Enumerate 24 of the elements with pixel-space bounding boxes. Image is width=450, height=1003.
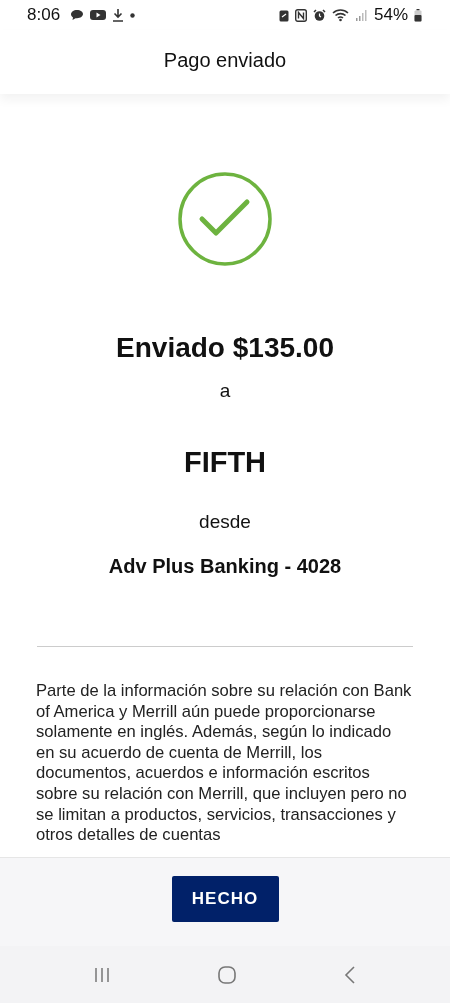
check-circle-icon <box>177 171 273 267</box>
battery-percent: 54% <box>373 5 408 25</box>
amount-text: Enviado $135.00 <box>116 331 334 365</box>
from-text: desde <box>199 510 251 534</box>
account-name: Adv Plus Banking - 4028 <box>108 554 342 578</box>
signal-icon <box>355 9 368 21</box>
download-icon <box>112 8 125 22</box>
done-button[interactable]: HECHO <box>171 876 279 922</box>
nfc-icon <box>294 8 307 22</box>
to-text: a <box>219 379 231 403</box>
home-icon[interactable] <box>217 964 237 985</box>
status-time: 8:06 <box>27 5 61 25</box>
battery-icon <box>414 8 422 22</box>
disclaimer-text: Parte de la información sobre su relación con Bank of America y Merrill aún puede proporcionarse solamente en inglés. Además, según lo indicado en su acuerdo de cuenta de Merrill, los documentos, acuerdos e información escritos sobre su relación con Merrill, que incluyen pero no se limitan a productos, servicios, transacciones y otros detalles de cuentas <box>36 681 413 846</box>
chat-icon <box>70 9 85 21</box>
back-icon[interactable] <box>343 964 357 985</box>
wifi-icon <box>331 8 350 22</box>
dot-icon <box>130 12 136 18</box>
page-title: Pago enviado <box>163 48 287 72</box>
recipient-name: FIFTH <box>183 445 267 479</box>
recent-apps-icon[interactable] <box>93 965 111 984</box>
video-icon <box>90 9 107 21</box>
alarm-icon <box>312 8 326 22</box>
battery-saver-icon <box>278 8 289 22</box>
